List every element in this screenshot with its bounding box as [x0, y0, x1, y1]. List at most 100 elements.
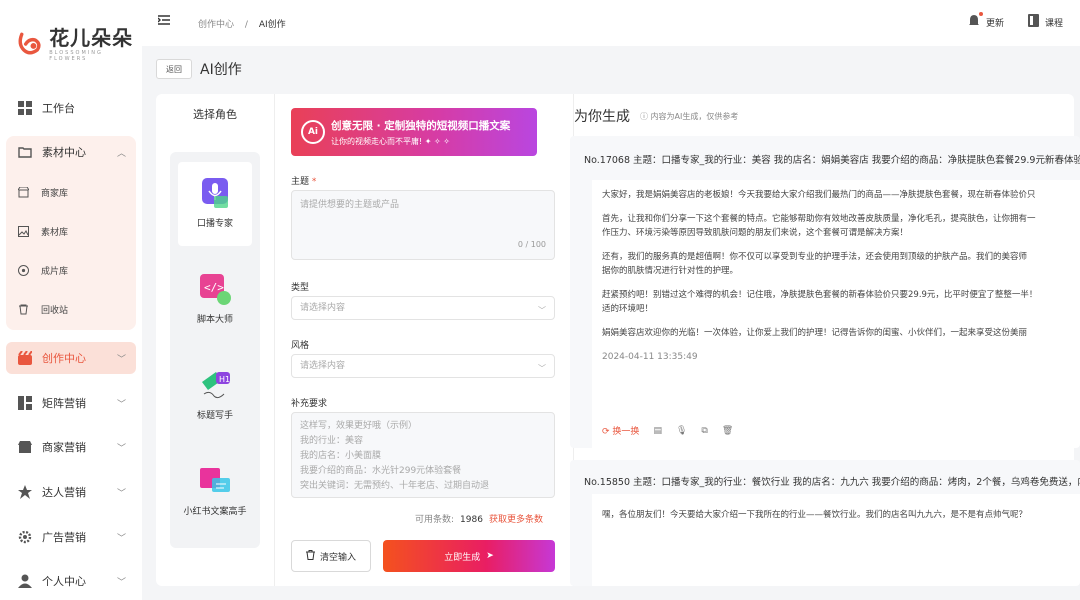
menu-fold-icon[interactable]	[157, 14, 170, 29]
regenerate-button[interactable]: ⟳ 换一换	[602, 424, 639, 437]
role-heading: 选择角色	[193, 108, 237, 121]
style-placeholder: 请选择内容	[300, 361, 346, 371]
style-label: 风格	[291, 341, 310, 351]
role-card-title-writer[interactable]: H1 标题写手	[178, 354, 252, 438]
code-icon: </>	[198, 272, 232, 306]
nav-recycle-bin[interactable]: 回收站	[18, 303, 68, 316]
result-content[interactable]: 嘿，各位朋友们！今天要给大家介绍一下我所在的行业——餐饮行业。我们的店名叫九九六…	[592, 494, 1080, 586]
clapper-icon	[18, 350, 33, 365]
star-icon	[18, 485, 32, 499]
extra-line: 这样写，效果更好哦（示例）	[300, 421, 418, 431]
nav-label: 矩阵营销	[42, 397, 86, 410]
result-card: No.17068 主题：口播专家_我的行业：美容 我的店名：娟娟美容店 我要介绍…	[570, 136, 1080, 448]
topic-label: 主题	[291, 177, 310, 187]
type-placeholder: 请选择内容	[300, 303, 346, 313]
role-card-voice-expert[interactable]: 口播专家	[178, 162, 252, 246]
topic-textarea[interactable]: 请提供想要的主题或产品 0 / 100	[291, 190, 555, 260]
result-actions: ⟳ 换一换 ▤ 🎙︎ ⧉ 🗑︎	[602, 424, 733, 438]
get-more-link[interactable]: 获取更多条数	[489, 515, 543, 525]
generate-button[interactable]: 立即生成 ➤	[383, 540, 555, 572]
nav-personal[interactable]: 个人中心 ﹀	[6, 565, 136, 597]
nav-influencer[interactable]: 达人营销 ﹀	[6, 476, 136, 508]
results-note: ⓘ 内容为AI生成，仅供参考	[640, 111, 738, 122]
extra-line: 突出关键词：无需预约、十年老店、过期自动退	[300, 481, 490, 491]
nav-label: 素材中心	[42, 146, 86, 159]
extra-label: 补充要求	[291, 399, 328, 409]
notification-dot	[979, 12, 983, 16]
topic-counter: 0 / 100	[517, 240, 546, 249]
required-mark: *	[311, 177, 317, 187]
type-select[interactable]: 请选择内容 ﹀	[291, 296, 555, 320]
info-icon: ⓘ	[640, 112, 648, 121]
update-button[interactable]: 更新	[968, 12, 1005, 30]
copy-icon[interactable]: ⧉	[701, 426, 707, 436]
document-icon[interactable]: ▤	[653, 426, 662, 436]
result-content[interactable]: 大家好，我是娟娟美容店的老板娘！今天我要给大家介绍我们最热门的商品——净肤提肤色…	[592, 180, 1080, 448]
nav-merchant-lib[interactable]: 商家库	[17, 186, 69, 199]
microphone-icon[interactable]: 🎙︎	[676, 426, 687, 436]
course-button[interactable]: 课程	[1028, 14, 1063, 30]
trash-icon[interactable]: 🗑︎	[722, 426, 733, 436]
result-paragraph: 赶紧预约吧！别错过这个难得的机会！记住哦，净肤提肤色套餐的新春体验价只要29.9…	[602, 290, 1038, 300]
extra-textarea[interactable]: 这样写，效果更好哦（示例） 我的行业：美容 我的店名：小美面膜 我要介绍的商品：…	[291, 412, 555, 498]
extra-line: 我要介绍的商品：水光针299元体验套餐	[300, 466, 462, 476]
topic-placeholder: 请提供想要的主题或产品	[300, 200, 400, 210]
avail-label: 可用条数:	[415, 515, 455, 525]
nav-creation-center[interactable]: 创作中心 ﹀	[6, 342, 136, 374]
avail-number: 1986	[460, 515, 483, 525]
trash-icon	[18, 304, 29, 315]
result-paragraph: 首先，让我和你们分享一下这个套餐的特点。它能够帮助你有效地改善皮肤质量，净化毛孔…	[602, 214, 1036, 224]
nav-label: 创作中心	[42, 352, 86, 365]
nav-matrix[interactable]: 矩阵营销 ﹀	[6, 387, 136, 419]
nav-ads[interactable]: 广告营销 ﹀	[6, 521, 136, 553]
sparkle-icon: ✦ ✧ ✧	[424, 137, 450, 146]
gear-icon	[18, 530, 32, 544]
nav-finished-lib[interactable]: 成片库	[18, 264, 68, 277]
matrix-icon	[18, 396, 32, 410]
nav-material-lib[interactable]: 素材库	[18, 225, 68, 238]
brand-name: 花儿朵朵	[49, 26, 134, 50]
title-icon: H1	[198, 368, 232, 402]
play-circle-icon	[18, 265, 29, 276]
breadcrumb-item[interactable]: 创作中心	[198, 20, 234, 30]
role-label: 小红书文案高手	[183, 507, 247, 517]
nav-workbench[interactable]: 工作台	[6, 92, 136, 124]
extra-line: 我的行业：美容	[300, 436, 364, 446]
sub-label: 素材库	[41, 228, 69, 238]
ai-badge: Ai	[301, 120, 325, 144]
update-label: 更新	[986, 18, 1005, 29]
topic-label-wrap: 主题 *	[291, 174, 316, 187]
send-icon: ➤	[486, 551, 494, 561]
note-text: 内容为AI生成，仅供参考	[650, 112, 739, 121]
extra-line: 我的店名：小美面膜	[300, 451, 382, 461]
nav-label: 个人中心	[42, 575, 86, 588]
style-select[interactable]: 请选择内容 ﹀	[291, 354, 555, 378]
chevron-down-icon: ﹀	[116, 533, 126, 544]
back-button[interactable]: 返回	[156, 59, 192, 79]
book-icon	[1028, 14, 1039, 30]
sub-label: 商家库	[41, 189, 69, 199]
clear-input-button[interactable]: 清空输入	[291, 540, 371, 572]
title-bar: 返回 AI创作	[142, 56, 1080, 82]
clear-label: 清空输入	[319, 552, 356, 563]
brand-logo[interactable]: 花儿朵朵 BLOSSOMING FLOWERS	[14, 28, 142, 62]
chevron-down-icon: ﹀	[116, 577, 126, 588]
role-card-script-master[interactable]: </> 脚本大师	[178, 258, 252, 342]
result-paragraph: 适的环境吧！	[602, 304, 654, 314]
grid-icon	[18, 101, 32, 115]
chevron-down-icon: ﹀	[116, 443, 126, 454]
nav-material-center[interactable]: 素材中心 ︿	[6, 136, 136, 168]
result-paragraph: 作压力、环境污染等原因导致肌肤问题的朋友们来说，这个套餐可谓是解决方案！	[602, 228, 909, 238]
page-title: AI创作	[200, 62, 242, 78]
generate-label: 立即生成	[444, 552, 481, 563]
bell-icon	[968, 12, 983, 30]
result-heading: No.15850 主题：口播专家_我的行业：餐饮行业 我的店名：九九六 我要介绍…	[584, 477, 1080, 488]
nav-merchant[interactable]: 商家营销 ﹀	[6, 431, 136, 463]
role-column: 选择角色 口播专家 </> 脚本大师 H1 标题写手 小红书文案高手	[156, 94, 274, 586]
breadcrumb-current: AI创作	[258, 20, 286, 30]
microphone-icon	[198, 176, 232, 210]
chevron-up-icon: ︿	[116, 148, 126, 159]
course-label: 课程	[1045, 18, 1064, 29]
role-card-xiaohongshu[interactable]: 小红书文案高手	[178, 450, 252, 534]
role-list: 口播专家 </> 脚本大师 H1 标题写手 小红书文案高手	[170, 152, 260, 548]
